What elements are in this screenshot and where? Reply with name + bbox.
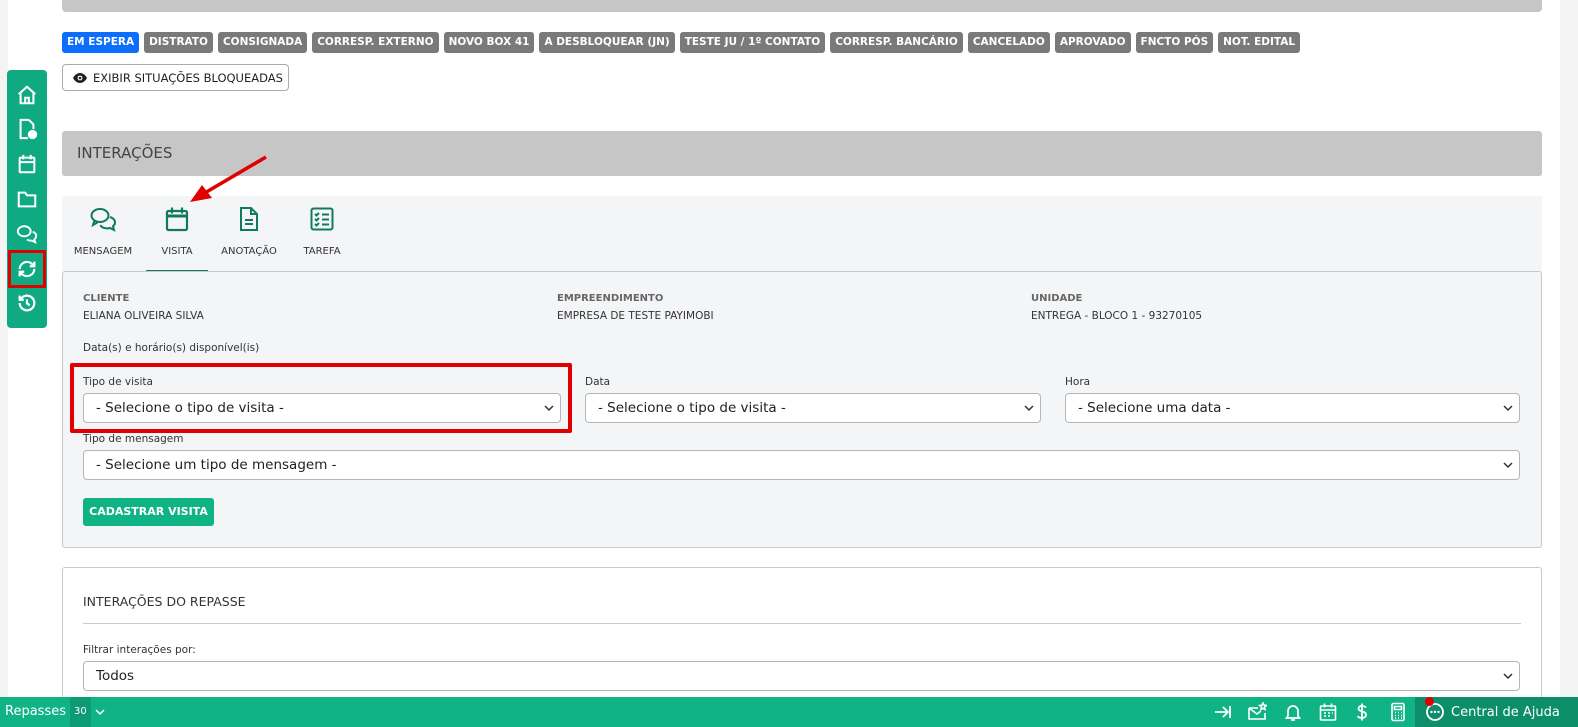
chevron-down-icon bbox=[95, 709, 105, 716]
dollar-icon[interactable] bbox=[1352, 702, 1372, 722]
notification-dot bbox=[1425, 697, 1434, 706]
tab-mensagem[interactable]: MENSAGEM bbox=[62, 196, 144, 272]
annotation-arrow bbox=[190, 155, 267, 202]
top-section-bar bbox=[62, 0, 1542, 12]
collapse-right-icon[interactable] bbox=[1213, 702, 1233, 722]
show-blocked-label: EXIBIR SITUAÇÕES BLOQUEADAS bbox=[93, 70, 283, 85]
visit-type-select[interactable]: - Selecione o tipo de visita - bbox=[83, 393, 561, 423]
document-help-icon[interactable] bbox=[11, 114, 43, 144]
divider bbox=[83, 623, 1521, 624]
chat-sidebar-icon[interactable] bbox=[11, 219, 43, 249]
tab-anotacao-label: ANOTAÇÃO bbox=[221, 246, 277, 257]
chevron-down-icon bbox=[1503, 462, 1513, 469]
eye-icon bbox=[73, 72, 87, 83]
filter-value: Todos bbox=[96, 668, 135, 684]
document-icon bbox=[235, 204, 263, 234]
calendar-icon bbox=[163, 204, 191, 234]
module-name: Repasses bbox=[5, 704, 66, 719]
tag-em-espera[interactable]: EM ESPERA bbox=[62, 32, 140, 53]
hour-value: - Selecione uma data - bbox=[1078, 400, 1231, 416]
message-type-select[interactable]: - Selecione um tipo de mensagem - bbox=[83, 450, 1520, 480]
tag-corresp-bancario[interactable]: CORRESP. BANCÁRIO bbox=[830, 32, 963, 53]
date-value: - Selecione o tipo de visita - bbox=[598, 400, 786, 416]
client-value: ELIANA OLIVEIRA SILVA bbox=[83, 310, 204, 322]
home-icon[interactable] bbox=[11, 80, 43, 110]
tag-novo-box-41[interactable]: NOVO BOX 41 bbox=[443, 32, 535, 53]
tab-visita-label: VISITA bbox=[161, 246, 193, 257]
folder-icon[interactable] bbox=[11, 184, 43, 214]
help-center-button[interactable]: Central de Ajuda bbox=[1415, 697, 1578, 727]
tag-teste-ju[interactable]: TESTE JU / 1º CONTATO bbox=[679, 32, 826, 53]
checklist-icon bbox=[308, 204, 336, 234]
show-blocked-button[interactable]: EXIBIR SITUAÇÕES BLOQUEADAS bbox=[62, 64, 289, 91]
module-selector[interactable]: Repasses 30 bbox=[5, 697, 105, 727]
tab-tarefa-label: TAREFA bbox=[303, 246, 341, 257]
enterprise-label: EMPREENDIMENTO bbox=[557, 293, 664, 304]
tab-visita[interactable]: VISITA bbox=[146, 196, 208, 272]
tab-tarefa[interactable]: TAREFA bbox=[290, 196, 354, 272]
visit-type-value: - Selecione o tipo de visita - bbox=[96, 400, 284, 416]
mail-star-icon[interactable] bbox=[1247, 702, 1267, 722]
date-label: Data bbox=[585, 376, 611, 388]
help-center-label: Central de Ajuda bbox=[1451, 704, 1560, 720]
filter-select[interactable]: Todos bbox=[83, 661, 1520, 691]
enterprise-value: EMPRESA DE TESTE PAYIMOBI bbox=[557, 310, 714, 322]
tag-fncto-pos[interactable]: FNCTO PÓS bbox=[1135, 32, 1214, 53]
calculator-icon[interactable] bbox=[1388, 702, 1408, 722]
refresh-repasse-icon[interactable] bbox=[8, 250, 46, 288]
tag-corresp-externo[interactable]: CORRESP. EXTERNO bbox=[312, 32, 439, 53]
message-type-label: Tipo de mensagem bbox=[83, 433, 184, 445]
tag-distrato[interactable]: DISTRATO bbox=[144, 32, 213, 53]
module-count: 30 bbox=[69, 697, 91, 727]
unit-label: UNIDADE bbox=[1031, 293, 1083, 304]
left-sidebar bbox=[7, 70, 47, 328]
filter-label: Filtrar interações por: bbox=[83, 644, 196, 656]
bottom-bar: Repasses 30 Central de Ajuda bbox=[0, 697, 1578, 727]
tag-cancelado[interactable]: CANCELADO bbox=[967, 32, 1050, 53]
visit-type-label: Tipo de visita bbox=[83, 376, 153, 388]
unit-value: ENTREGA - BLOCO 1 - 93270105 bbox=[1031, 310, 1203, 322]
tab-anotacao[interactable]: ANOTAÇÃO bbox=[218, 196, 280, 272]
register-visit-button[interactable]: CADASTRAR VISITA bbox=[83, 498, 214, 526]
tab-mensagem-label: MENSAGEM bbox=[73, 246, 133, 257]
calendar-bottom-icon[interactable] bbox=[1318, 702, 1338, 722]
hour-label: Hora bbox=[1065, 376, 1091, 388]
date-select[interactable]: - Selecione o tipo de visita - bbox=[585, 393, 1041, 423]
message-type-value: - Selecione um tipo de mensagem - bbox=[96, 457, 337, 473]
tag-consignada[interactable]: CONSIGNADA bbox=[217, 32, 308, 53]
available-dates-label: Data(s) e horário(s) disponível(is) bbox=[83, 342, 260, 354]
interaction-tabs: MENSAGEM VISITA ANOTAÇÃO TAREFA bbox=[62, 196, 1542, 272]
status-tags: EM ESPERA DISTRATO CONSIGNADA CORRESP. E… bbox=[62, 32, 1301, 53]
client-label: CLIENTE bbox=[83, 293, 130, 304]
tag-not-edital[interactable]: NOT. EDITAL bbox=[1218, 32, 1301, 53]
chevron-down-icon bbox=[544, 405, 554, 412]
chevron-down-icon bbox=[1503, 673, 1513, 680]
repasse-interactions-title: INTERAÇÕES DO REPASSE bbox=[83, 594, 246, 609]
hour-select[interactable]: - Selecione uma data - bbox=[1065, 393, 1520, 423]
chevron-down-icon bbox=[1503, 405, 1513, 412]
chat-icon bbox=[89, 204, 117, 234]
calendar-sidebar-icon[interactable] bbox=[11, 149, 43, 179]
history-icon[interactable] bbox=[11, 288, 43, 318]
tag-a-desbloquear[interactable]: A DESBLOQUEAR (JN) bbox=[539, 32, 675, 53]
bell-icon[interactable] bbox=[1283, 702, 1303, 722]
tag-aprovado[interactable]: APROVADO bbox=[1054, 32, 1131, 53]
interactions-header: INTERAÇÕES bbox=[62, 131, 1542, 176]
chevron-down-icon bbox=[1024, 405, 1034, 412]
